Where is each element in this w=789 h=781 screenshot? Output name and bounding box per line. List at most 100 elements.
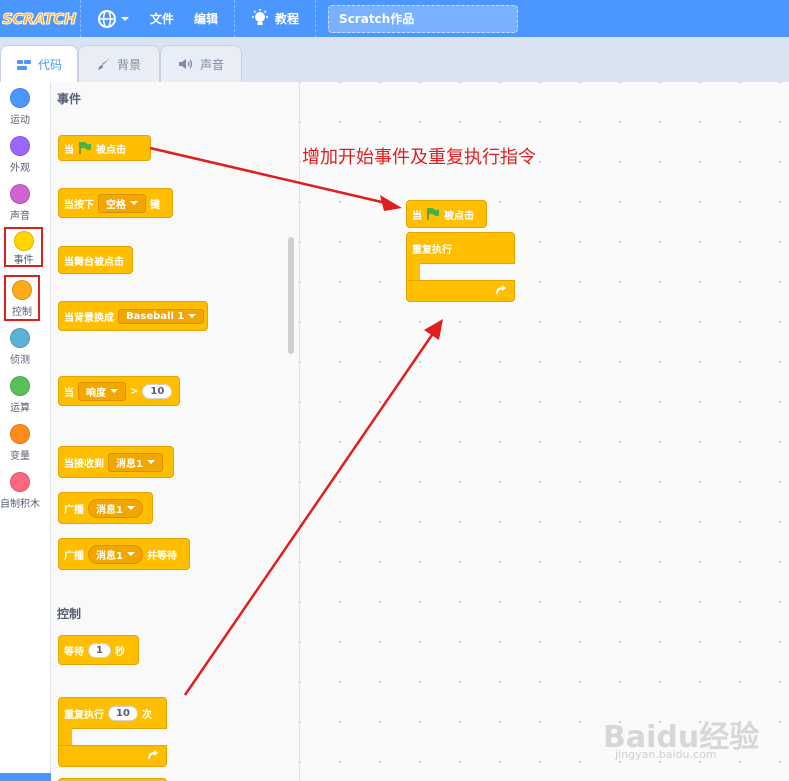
- block-text: 重复执行: [64, 709, 104, 721]
- caret-down-icon: [130, 201, 138, 205]
- script-when-flag-body: 当 被点击: [406, 187, 487, 228]
- edit-menu[interactable]: 编辑: [184, 0, 228, 37]
- dropdown-value: Baseball 1: [126, 310, 185, 322]
- when-key-pressed-block[interactable]: 当按下 空格 键: [58, 175, 173, 218]
- when-loudness-block[interactable]: 当 响度 > 10: [58, 363, 180, 406]
- when-key-pressed-body: 当按下 空格 键: [58, 175, 173, 218]
- forever-block-bottom: [406, 280, 515, 302]
- green-flag-icon: [79, 141, 91, 154]
- chevron-down-icon: [121, 16, 129, 21]
- caret-down-icon: [126, 552, 135, 556]
- category-control[interactable]: 控制: [4, 275, 40, 321]
- loudness-value-input[interactable]: 10: [142, 383, 173, 399]
- script-workspace[interactable]: 当 被点击 重复执行: [300, 82, 789, 781]
- tab-backdrops-label: 背景: [116, 57, 141, 72]
- broadcast-and-wait-block[interactable]: 广播 消息1 并等待: [58, 538, 190, 570]
- category-label: 外观: [10, 163, 30, 174]
- language-menu[interactable]: [87, 0, 140, 37]
- caret-down-icon: [110, 389, 118, 393]
- forever-block-top: 重复执行: [406, 232, 515, 264]
- block-text: >: [130, 385, 139, 397]
- category-motion[interactable]: 运动: [0, 88, 40, 136]
- category-variables[interactable]: 变量: [0, 424, 40, 472]
- category-sound[interactable]: 声音: [0, 184, 40, 232]
- block-text: 当接收到: [64, 458, 104, 470]
- when-i-receive-body: 当接收到 消息1: [58, 433, 174, 478]
- category-variables-dot: [10, 424, 30, 444]
- category-label: 声音: [10, 211, 30, 222]
- tab-sounds[interactable]: 声音: [160, 45, 242, 82]
- category-label: 事件: [13, 255, 34, 266]
- loudness-dropdown[interactable]: 响度: [78, 381, 126, 401]
- caret-down-icon: [126, 506, 135, 510]
- paintbrush-icon: [97, 58, 110, 70]
- block-text: 等待: [64, 646, 84, 658]
- category-sensing[interactable]: 侦测: [0, 328, 40, 376]
- tab-code[interactable]: 代码: [0, 45, 78, 83]
- block-text: 当舞台被点击: [64, 256, 124, 268]
- tutorials-label: 教程: [275, 12, 300, 26]
- project-title-input[interactable]: Scratch作品: [328, 4, 519, 33]
- category-label: 运算: [10, 403, 30, 414]
- when-i-receive-block[interactable]: 当接收到 消息1: [58, 433, 174, 478]
- broadcast-message-dropdown[interactable]: 消息1: [88, 498, 143, 518]
- loop-arrow-icon: [496, 285, 506, 295]
- category-looks-dot: [10, 136, 30, 156]
- message-dropdown[interactable]: 消息1: [108, 452, 163, 472]
- category-events-dot: [13, 231, 34, 251]
- caret-down-icon: [188, 314, 197, 318]
- menu-divider: [315, 0, 317, 37]
- repeat-block-top: 重复执行 10 次: [58, 697, 167, 729]
- category-control-dot: [12, 280, 32, 300]
- block-text: 被点击: [96, 144, 126, 156]
- script-when-flag-clicked[interactable]: 当 被点击: [406, 187, 487, 228]
- scratch-logo[interactable]: SCRATCH: [2, 6, 77, 32]
- when-backdrop-switches-block[interactable]: 当背景换成 Baseball 1: [58, 288, 208, 331]
- when-flag-clicked-body: 当 被点击: [58, 122, 151, 161]
- block-text: 当: [412, 210, 422, 222]
- backdrop-dropdown[interactable]: Baseball 1: [118, 308, 205, 324]
- when-stage-clicked-block[interactable]: 当舞台被点击: [58, 233, 133, 274]
- menu-divider: [80, 0, 81, 37]
- category-my-blocks[interactable]: 自制积木: [0, 472, 40, 520]
- key-dropdown[interactable]: 空格: [98, 193, 146, 213]
- when-flag-clicked-block[interactable]: 当 被点击: [58, 122, 151, 161]
- script-forever-block[interactable]: 重复执行: [406, 232, 516, 304]
- code-icon: [16, 59, 31, 70]
- block-text: 当: [64, 144, 74, 156]
- block-text: 键: [150, 199, 160, 211]
- category-label: 自制积木: [0, 499, 40, 510]
- block-text: 当背景换成: [64, 312, 114, 324]
- category-looks[interactable]: 外观: [0, 136, 40, 184]
- tab-bar: 代码 背景 声音: [0, 37, 789, 83]
- when-loudness-body: 当 响度 > 10: [58, 363, 180, 406]
- tab-backdrops[interactable]: 背景: [78, 45, 160, 82]
- globe-icon: [98, 9, 116, 28]
- menu-divider: [234, 0, 236, 37]
- block-text: 广播: [64, 550, 84, 562]
- file-menu[interactable]: 文件: [140, 0, 184, 37]
- speaker-icon: [178, 59, 193, 69]
- loop-arrow-icon: [148, 750, 158, 760]
- category-sound-dot: [10, 184, 30, 204]
- palette-scrollbar[interactable]: [288, 237, 294, 354]
- category-label: 运动: [10, 115, 30, 126]
- repeat-block-arm: [58, 728, 72, 746]
- block-text: 秒: [114, 646, 125, 658]
- category-events[interactable]: 事件: [4, 227, 43, 267]
- annotation-text: 增加开始事件及重复执行指令: [302, 147, 536, 168]
- block-text: 重复执行: [412, 244, 452, 256]
- tutorials-menu[interactable]: 教程: [241, 0, 309, 37]
- category-label: 控制: [12, 307, 32, 318]
- category-operators[interactable]: 运算: [0, 376, 40, 424]
- wait-seconds-block[interactable]: 等待 1 秒: [58, 635, 139, 665]
- forever-block-arm: [406, 263, 420, 281]
- category-sensing-dot: [10, 328, 30, 348]
- dropdown-value: 空格: [106, 199, 126, 211]
- wait-value-input[interactable]: 1: [88, 642, 111, 658]
- broadcast-wait-message-dropdown[interactable]: 消息1: [88, 544, 143, 564]
- repeat-value-input[interactable]: 10: [108, 705, 138, 721]
- broadcast-block[interactable]: 广播 消息1: [58, 492, 153, 524]
- category-my-blocks-dot: [10, 472, 30, 492]
- repeat-block[interactable]: 重复执行 10 次: [58, 697, 168, 769]
